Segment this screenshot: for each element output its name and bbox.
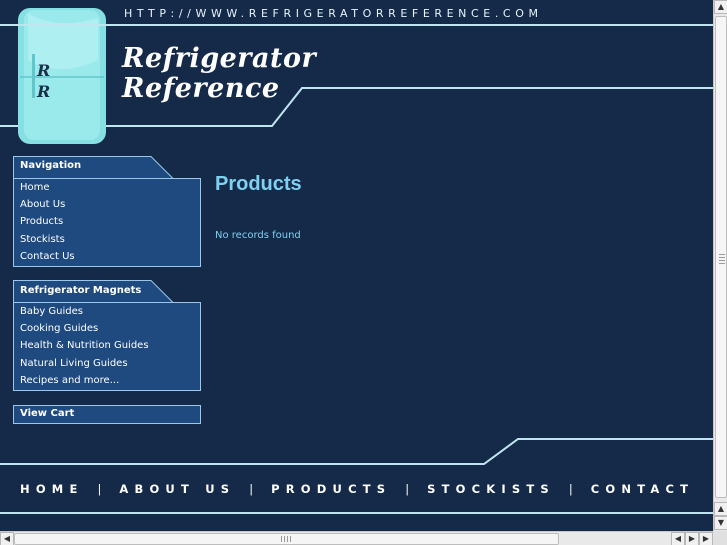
horizontal-scroll-thumb[interactable]	[14, 533, 559, 545]
scroll-left-button[interactable]: ◀	[0, 532, 14, 545]
vertical-scrollbar[interactable]: ▲ ▲ ▼	[713, 0, 727, 531]
scrollbar-corner	[713, 531, 727, 545]
view-cart-link[interactable]: View Cart	[20, 408, 74, 419]
magnets-title: Refrigerator Magnets	[20, 285, 142, 296]
footer-separator: |	[568, 482, 573, 496]
magnets-item-health-nutrition[interactable]: Health & Nutrition Guides	[14, 337, 200, 354]
magnets-item-cooking-guides[interactable]: Cooking Guides	[14, 320, 200, 337]
magnets-item-recipes[interactable]: Recipes and more...	[14, 372, 200, 389]
page-title: Products	[215, 173, 302, 195]
scroll-up-button-lower[interactable]: ▲	[714, 502, 727, 516]
url-bar: HTTP://WWW.REFRIGERATORREFERENCE.COM	[0, 0, 713, 26]
magnets-menu: Baby Guides Cooking Guides Health & Nutr…	[13, 302, 201, 391]
view-cart-box[interactable]: View Cart	[13, 405, 201, 424]
footer-link-about-us[interactable]: ABOUT US	[119, 482, 235, 496]
logo-line-2[interactable]: Reference	[122, 73, 280, 104]
nav-item-contact-us[interactable]: Contact Us	[14, 248, 200, 265]
scroll-up-button[interactable]: ▲	[714, 0, 727, 14]
navigation-title: Navigation	[20, 160, 82, 171]
grip-icon	[281, 536, 293, 542]
footer-separator: |	[405, 482, 410, 496]
footer-line	[0, 512, 713, 514]
horizontal-scrollbar[interactable]: ◀ ◀ ▶ ▶	[0, 531, 713, 545]
svg-text:R: R	[36, 82, 50, 101]
nav-item-products[interactable]: Products	[14, 213, 200, 230]
scroll-left-button-lower[interactable]: ◀	[671, 532, 685, 545]
navigation-menu: Home About Us Products Stockists Contact…	[13, 178, 201, 267]
scroll-down-button[interactable]: ▼	[714, 516, 727, 530]
scroll-right-button-end[interactable]: ▶	[699, 532, 713, 545]
empty-state-message: No records found	[215, 230, 301, 241]
nav-item-about-us[interactable]: About Us	[14, 196, 200, 213]
footer-separator: |	[97, 482, 102, 496]
footer-nav: HOME | ABOUT US | PRODUCTS | STOCKISTS | CONTACT	[20, 482, 694, 496]
nav-item-stockists[interactable]: Stockists	[14, 231, 200, 248]
magnets-item-natural-living[interactable]: Natural Living Guides	[14, 355, 200, 372]
footer-link-stockists[interactable]: STOCKISTS	[427, 482, 555, 496]
site-url: HTTP://WWW.REFRIGERATORREFERENCE.COM	[124, 7, 543, 20]
nav-item-home[interactable]: Home	[14, 179, 200, 196]
footer-link-home[interactable]: HOME	[20, 482, 84, 496]
scroll-right-button[interactable]: ▶	[685, 532, 699, 545]
grip-icon	[719, 254, 725, 264]
footer-link-products[interactable]: PRODUCTS	[271, 482, 391, 496]
svg-text:R: R	[36, 61, 50, 80]
fridge-icon: R R	[18, 8, 106, 144]
vertical-scroll-thumb[interactable]	[715, 16, 727, 498]
logo-line-1[interactable]: Refrigerator	[122, 43, 316, 74]
magnets-item-baby-guides[interactable]: Baby Guides	[14, 303, 200, 320]
footer-link-contact[interactable]: CONTACT	[591, 482, 694, 496]
footer-divider	[0, 438, 713, 465]
footer-separator: |	[249, 482, 254, 496]
